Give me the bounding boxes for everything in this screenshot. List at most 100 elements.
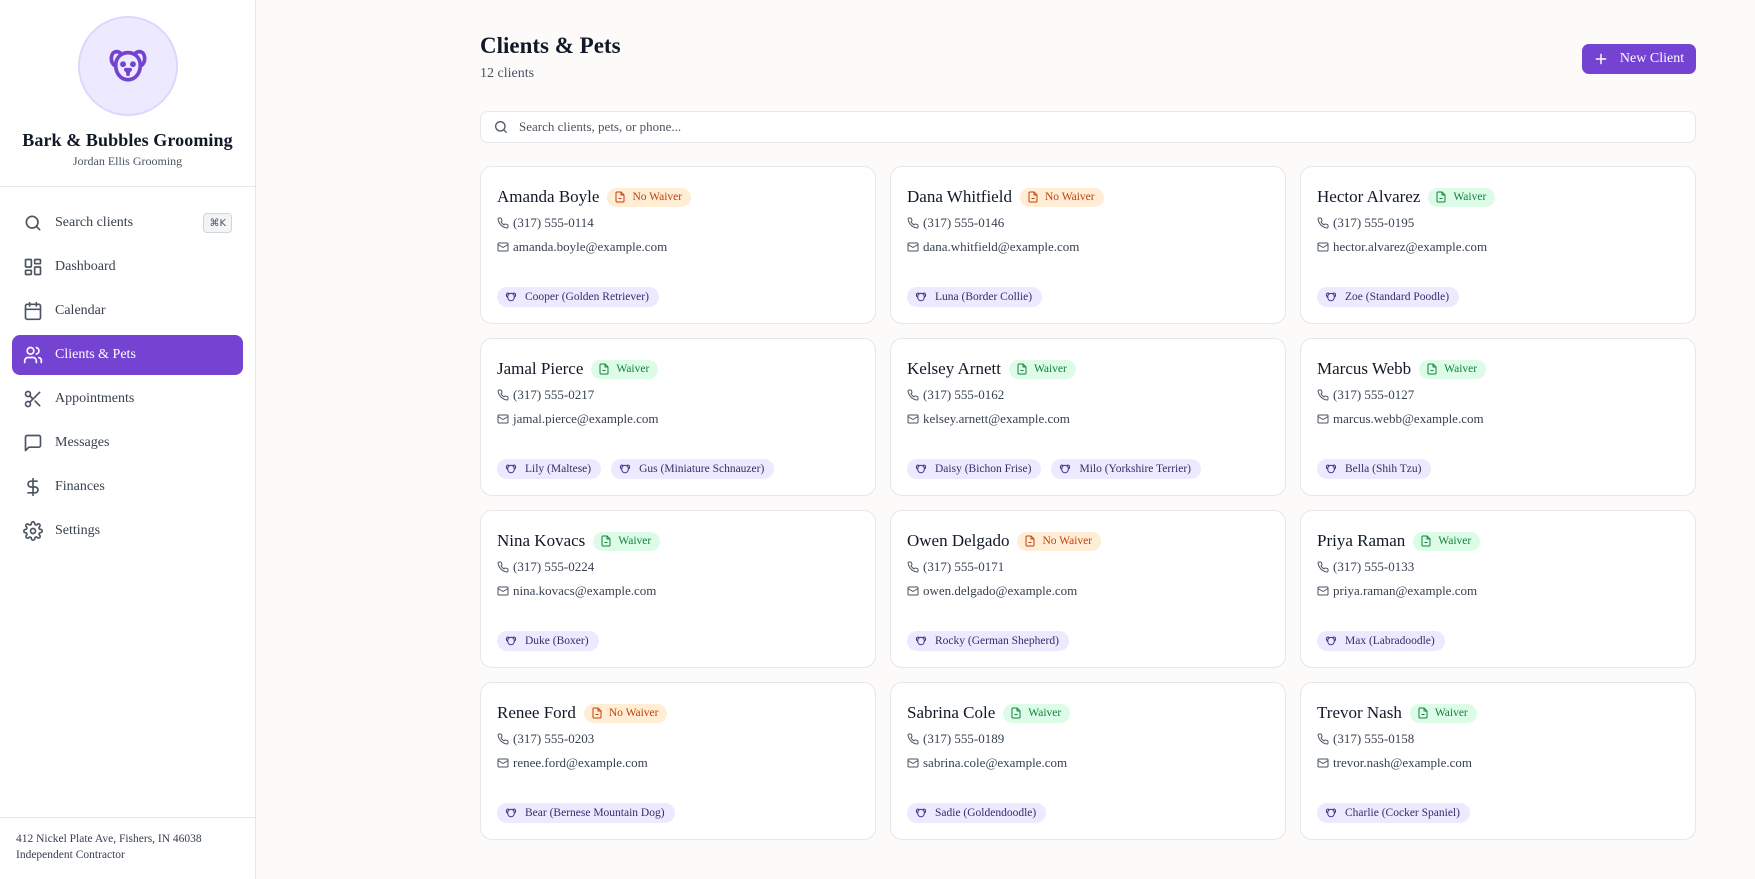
sidebar: Bark & Bubbles Grooming Jordan Ellis Gro… — [0, 0, 256, 879]
client-card[interactable]: Amanda Boyle No Waiver (317) 555-0114 am… — [480, 166, 876, 324]
client-card[interactable]: Owen Delgado No Waiver (317) 555-0171 ow… — [890, 510, 1286, 668]
phone-icon — [497, 389, 509, 401]
client-phone-row: (317) 555-0195 — [1317, 215, 1679, 231]
pet-chip[interactable]: Bella (Shih Tzu) — [1317, 459, 1432, 479]
client-card[interactable]: Renee Ford No Waiver (317) 555-0203 rene… — [480, 682, 876, 840]
client-phone-row: (317) 555-0217 — [497, 387, 859, 403]
client-email: priya.raman@example.com — [1333, 583, 1478, 598]
sidebar-item-messages[interactable]: Messages — [12, 423, 243, 463]
sidebar-item-search-clients[interactable]: Search clients ⌘K — [12, 203, 243, 243]
pet-label: Max (Labradoodle) — [1345, 635, 1435, 647]
pet-list: Rocky (German Shepherd) — [907, 631, 1079, 651]
client-name: Hector Alvarez — [1317, 187, 1421, 206]
waiver-label: Waiver — [1453, 191, 1487, 203]
dog-icon — [1325, 292, 1337, 302]
document-icon — [601, 535, 611, 547]
sidebar-item-dashboard[interactable]: Dashboard — [12, 247, 243, 287]
client-phone-row: (317) 555-0127 — [1317, 387, 1679, 403]
mail-icon — [907, 758, 919, 768]
pet-label: Charlie (Cocker Spaniel) — [1345, 807, 1460, 819]
pet-chip[interactable]: Duke (Boxer) — [497, 631, 599, 651]
client-email-row: owen.delgado@example.com — [907, 583, 1269, 599]
gear-icon — [23, 521, 43, 541]
client-email-row: sabrina.cole@example.com — [907, 755, 1269, 771]
client-email: hector.alvarez@example.com — [1333, 239, 1488, 254]
mail-icon — [497, 758, 509, 768]
pet-chip[interactable]: Daisy (Bichon Frise) — [907, 459, 1042, 479]
pet-label: Lily (Maltese) — [525, 463, 592, 475]
waiver-badge: Waiver — [1428, 187, 1496, 207]
client-card[interactable]: Priya Raman Waiver (317) 555-0133 priya.… — [1300, 510, 1696, 668]
search-icon — [25, 215, 41, 231]
client-card[interactable]: Dana Whitfield No Waiver (317) 555-0146 … — [890, 166, 1286, 324]
phone-icon — [497, 733, 509, 745]
sidebar-item-label: Messages — [55, 435, 110, 450]
pet-chip[interactable]: Charlie (Cocker Spaniel) — [1317, 803, 1470, 823]
client-phone-row: (317) 555-0114 — [497, 215, 859, 231]
sidebar-nav: Search clients ⌘K Dashboard Calendar Cli… — [12, 203, 243, 555]
page-title: Clients & Pets — [480, 33, 621, 58]
client-email: jamal.pierce@example.com — [513, 411, 659, 426]
client-card[interactable]: Hector Alvarez Waiver (317) 555-0195 hec… — [1300, 166, 1696, 324]
waiver-label: Waiver — [1434, 707, 1468, 719]
waiver-label: No Waiver — [608, 707, 659, 719]
users-icon — [23, 346, 43, 364]
pet-chip[interactable]: Zoe (Standard Poodle) — [1317, 287, 1460, 307]
client-card[interactable]: Jamal Pierce Waiver (317) 555-0217 jamal… — [480, 338, 876, 496]
pet-chip[interactable]: Luna (Border Collie) — [907, 287, 1043, 307]
sidebar-item-calendar[interactable]: Calendar — [12, 291, 243, 331]
client-card-header: Amanda Boyle No Waiver — [497, 187, 859, 207]
client-card[interactable]: Marcus Webb Waiver (317) 555-0127 marcus… — [1300, 338, 1696, 496]
dog-logo-icon — [77, 16, 178, 116]
pet-chip[interactable]: Lily (Maltese) — [497, 459, 602, 479]
client-card-header: Renee Ford No Waiver — [497, 703, 859, 723]
waiver-badge: Waiver — [1008, 359, 1076, 379]
pet-list: Max (Labradoodle) — [1317, 631, 1455, 651]
pet-chip[interactable]: Max (Labradoodle) — [1317, 631, 1445, 651]
client-email-row: trevor.nash@example.com — [1317, 755, 1679, 771]
client-email: trevor.nash@example.com — [1333, 755, 1473, 770]
search-input[interactable] — [519, 119, 1695, 135]
pet-chip[interactable]: Sadie (Goldendoodle) — [907, 803, 1047, 823]
pet-chip[interactable]: Rocky (German Shepherd) — [907, 631, 1069, 651]
sidebar-item-appointments[interactable]: Appointments — [12, 379, 243, 419]
client-card[interactable]: Nina Kovacs Waiver (317) 555-0224 nina.k… — [480, 510, 876, 668]
pet-chip[interactable]: Bear (Bernese Mountain Dog) — [497, 803, 675, 823]
sidebar-item-label: Calendar — [55, 303, 106, 318]
waiver-badge: No Waiver — [607, 187, 692, 207]
client-name: Sabrina Cole — [907, 703, 996, 722]
sidebar-item-settings[interactable]: Settings — [12, 511, 243, 551]
client-card[interactable]: Sabrina Cole Waiver (317) 555-0189 sabri… — [890, 682, 1286, 840]
pet-label: Duke (Boxer) — [525, 635, 589, 647]
sidebar-item-clients-pets[interactable]: Clients & Pets — [12, 335, 243, 375]
mail-icon — [907, 586, 919, 596]
phone-icon — [907, 389, 919, 401]
document-icon — [1421, 535, 1431, 547]
dog-icon — [915, 464, 927, 474]
dog-icon — [1325, 808, 1337, 818]
phone-icon — [1317, 733, 1329, 745]
pet-list: Cooper (Golden Retriever) — [497, 287, 669, 307]
search-bar[interactable] — [480, 111, 1696, 143]
client-phone-row: (317) 555-0133 — [1317, 559, 1679, 575]
pet-list: Lily (Maltese) Gus (Miniature Schnauzer) — [497, 459, 784, 479]
phone-icon — [497, 561, 509, 573]
sidebar-item-finances[interactable]: Finances — [12, 467, 243, 507]
pet-label: Gus (Miniature Schnauzer) — [639, 463, 765, 475]
message-icon — [24, 434, 42, 452]
client-card[interactable]: Kelsey Arnett Waiver (317) 555-0162 kels… — [890, 338, 1286, 496]
pet-chip[interactable]: Cooper (Golden Retriever) — [497, 287, 659, 307]
dog-icon — [505, 636, 517, 646]
client-email: kelsey.arnett@example.com — [923, 411, 1070, 426]
phone-icon — [907, 217, 919, 229]
pet-chip[interactable]: Milo (Yorkshire Terrier) — [1051, 459, 1201, 479]
client-phone: (317) 555-0146 — [923, 215, 1005, 230]
document-icon — [1011, 707, 1021, 719]
document-icon — [1017, 363, 1027, 375]
pet-label: Daisy (Bichon Frise) — [935, 463, 1032, 475]
pet-chip[interactable]: Gus (Miniature Schnauzer) — [611, 459, 775, 479]
client-card[interactable]: Trevor Nash Waiver (317) 555-0158 trevor… — [1300, 682, 1696, 840]
new-client-button[interactable]: New Client — [1582, 44, 1696, 74]
pet-label: Sadie (Goldendoodle) — [935, 807, 1037, 819]
pet-label: Luna (Border Collie) — [935, 291, 1033, 303]
